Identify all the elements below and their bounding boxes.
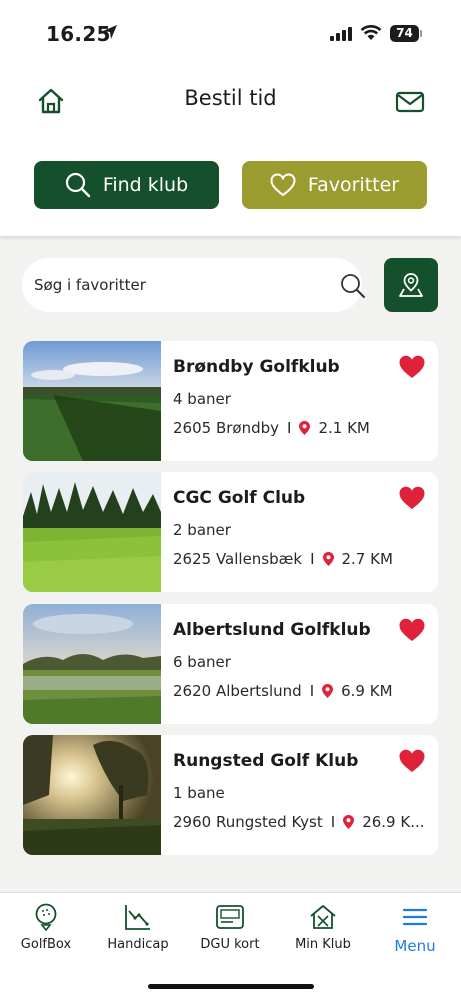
top-panel: 16.25 74 Bestil tid Find klub Favoritter [0, 0, 461, 236]
map-pin-icon [399, 273, 423, 297]
club-courses: 4 baner [173, 390, 231, 408]
nav-item-min-klub[interactable]: Min Klub [277, 903, 369, 952]
location-pin-icon [343, 815, 355, 829]
separator: I [287, 419, 292, 437]
golf-ball-icon [35, 903, 57, 931]
club-location-line: 2620 Albertslund I 6.9 KM [173, 682, 393, 700]
location-pin-icon [299, 421, 311, 435]
club-photo [23, 604, 161, 724]
favorite-heart-icon[interactable] [399, 355, 425, 379]
search-input[interactable] [34, 258, 314, 312]
club-photo [23, 341, 161, 461]
favorites-label: Favoritter [307, 174, 400, 196]
battery-nub [420, 30, 422, 37]
map-view-button[interactable] [384, 258, 438, 312]
nav-item-dgu-kort[interactable]: DGU kort [184, 903, 276, 952]
club-photo [23, 472, 161, 592]
location-pin-icon [322, 552, 334, 566]
favorite-heart-icon[interactable] [399, 749, 425, 773]
club-location-line: 2960 Rungsted Kyst I 26.9 K... [173, 813, 425, 831]
search-bar [22, 258, 365, 312]
card-icon [216, 905, 244, 929]
club-house-icon [310, 905, 336, 929]
heart-outline-icon [270, 173, 296, 197]
handicap-chart-icon [125, 905, 150, 930]
battery-indicator: 74 [390, 25, 422, 42]
club-distance: 6.9 KM [341, 682, 393, 700]
nav-item-golfbox[interactable]: GolfBox [0, 903, 92, 952]
cellular-signal-icon [330, 27, 352, 41]
search-icon [65, 172, 91, 198]
club-photo [23, 735, 161, 855]
page-title: Bestil tid [184, 86, 277, 110]
club-courses: 1 bane [173, 784, 225, 802]
battery-level: 74 [390, 25, 419, 42]
search-icon[interactable] [340, 273, 366, 299]
favorite-heart-icon[interactable] [399, 618, 425, 642]
club-card[interactable]: CGC Golf Club 2 baner 2625 Vallensbæk I … [23, 472, 438, 592]
club-distance: 26.9 K... [362, 813, 425, 831]
club-name: Rungsted Golf Klub [173, 751, 359, 771]
nav-label: Min Klub [295, 937, 351, 952]
find-club-button[interactable]: Find klub [34, 161, 219, 209]
home-indicator [148, 984, 314, 989]
club-location-line: 2625 Vallensbæk I 2.7 KM [173, 550, 393, 568]
find-club-label: Find klub [102, 174, 189, 196]
club-location: 2960 Rungsted Kyst [173, 813, 323, 831]
location-pin-icon [322, 684, 334, 698]
club-name: CGC Golf Club [173, 488, 306, 508]
club-location: 2625 Vallensbæk [173, 550, 303, 568]
favorite-heart-icon[interactable] [399, 486, 425, 510]
club-distance: 2.1 KM [318, 419, 370, 437]
club-name: Albertslund Golfklub [173, 620, 371, 640]
nav-label: DGU kort [200, 937, 260, 952]
wifi-icon [360, 25, 382, 40]
club-card[interactable]: Albertslund Golfklub 6 baner 2620 Albert… [23, 604, 438, 724]
status-bar: 16.25 74 [0, 20, 461, 50]
nav-label: Menu [394, 937, 436, 955]
menu-icon [402, 908, 428, 926]
separator: I [309, 682, 315, 700]
club-location-line: 2605 Brøndby I 2.1 KM [173, 419, 370, 437]
nav-label: GolfBox [20, 937, 72, 952]
club-card[interactable]: Brøndby Golfklub 4 baner 2605 Brøndby I … [23, 341, 438, 461]
mail-icon[interactable] [395, 90, 425, 114]
club-card[interactable]: Rungsted Golf Klub 1 bane 2960 Rungsted … [23, 735, 438, 855]
nav-item-menu[interactable]: Menu [369, 903, 461, 955]
club-location: 2620 Albertslund [173, 682, 302, 700]
nav-item-handicap[interactable]: Handicap [92, 903, 184, 952]
nav-label: Handicap [107, 937, 169, 952]
club-courses: 6 baner [173, 653, 231, 671]
separator: I [330, 813, 336, 831]
club-distance: 2.7 KM [341, 550, 393, 568]
club-courses: 2 baner [173, 521, 231, 539]
club-name: Brøndby Golfklub [173, 357, 340, 377]
favorites-button[interactable]: Favoritter [242, 161, 427, 209]
separator: I [310, 550, 315, 568]
location-arrow-icon [103, 25, 117, 39]
club-location: 2605 Brøndby [173, 419, 280, 437]
